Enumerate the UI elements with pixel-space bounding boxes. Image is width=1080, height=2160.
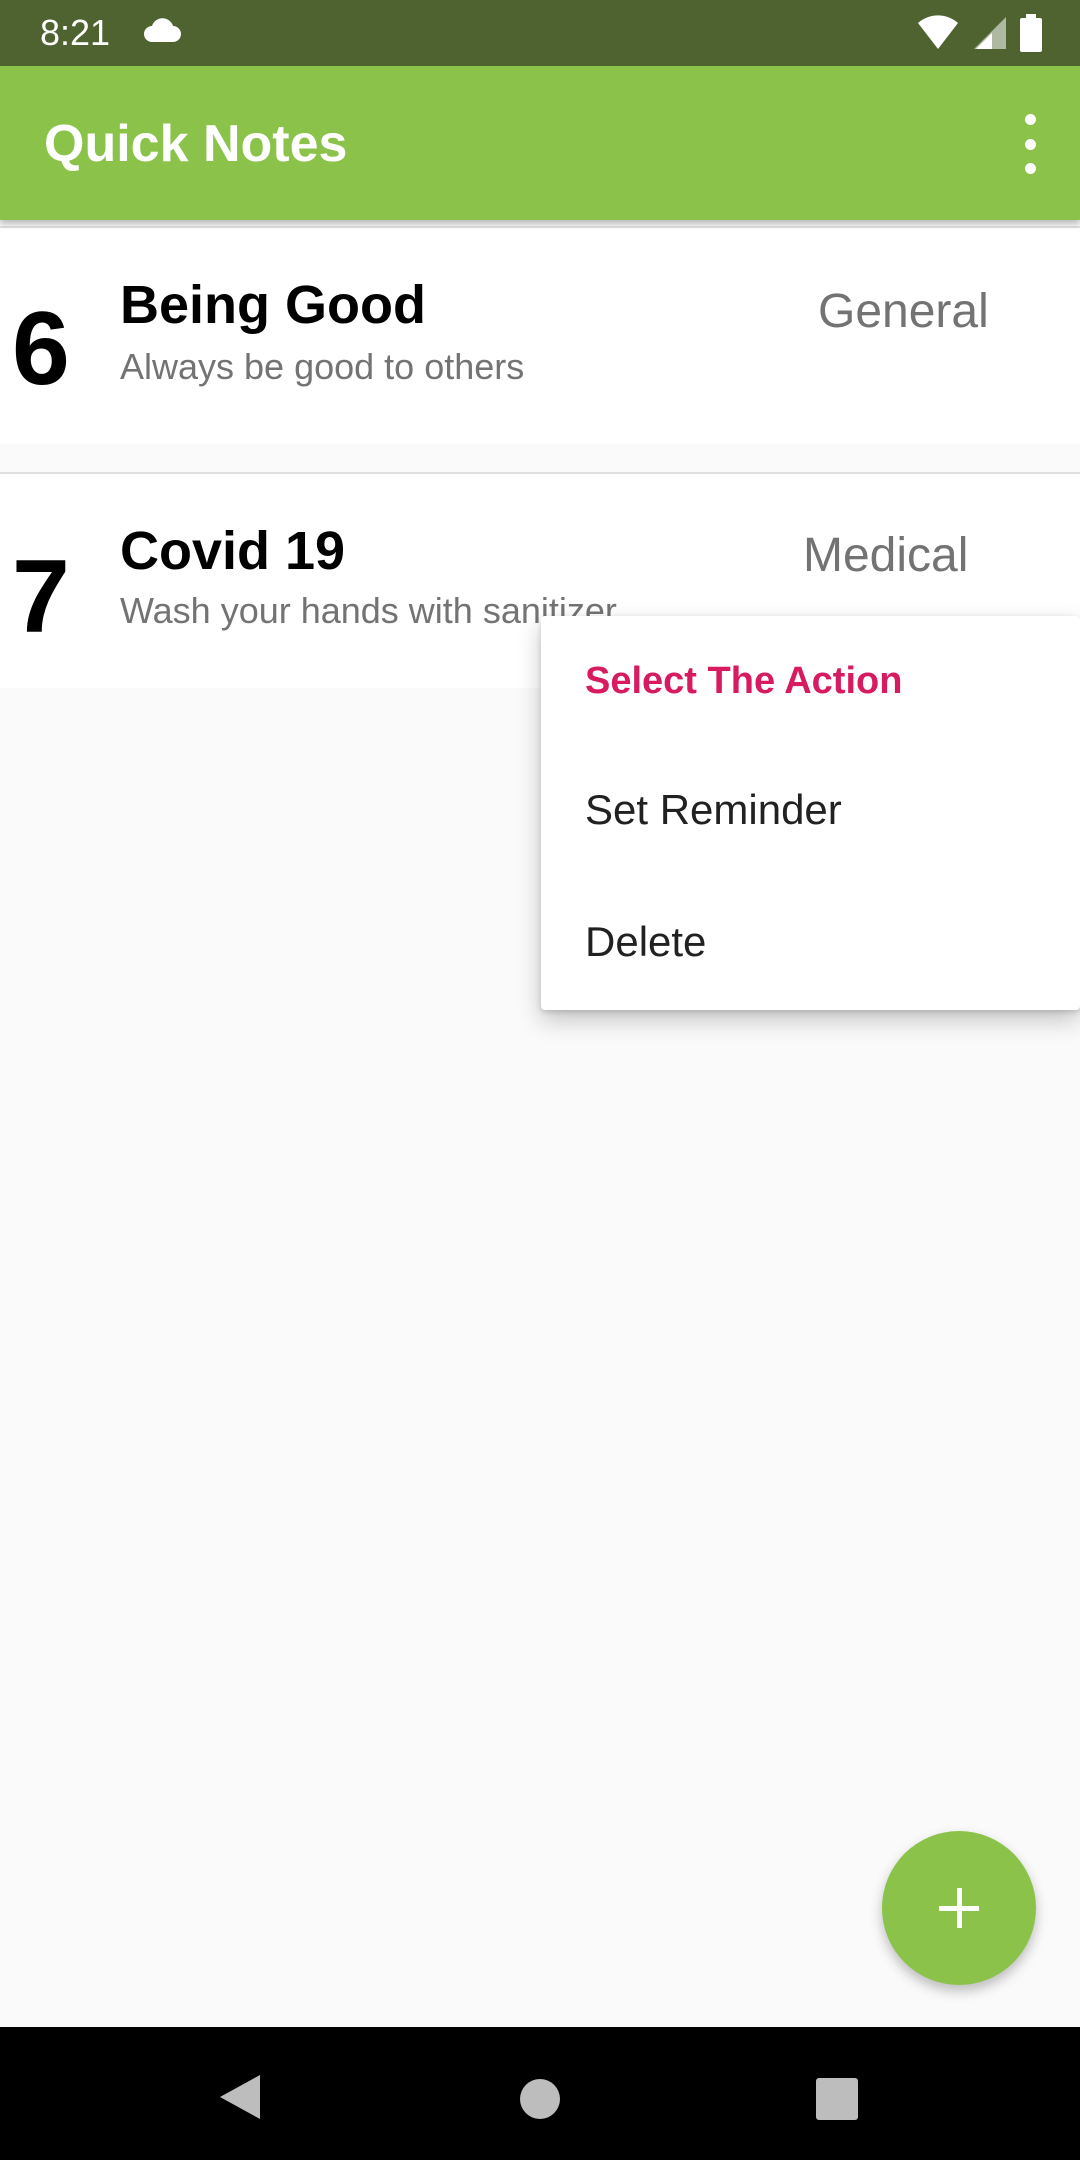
cloud-icon <box>142 16 182 49</box>
note-card[interactable]: 6 Being Good Always be good to others Ge… <box>0 226 1080 444</box>
note-title: Covid 19 <box>120 521 346 581</box>
menu-item-label: Delete <box>585 918 707 965</box>
status-icons <box>916 14 1042 57</box>
app-bar: Quick Notes <box>0 66 1080 220</box>
battery-icon <box>1020 14 1042 57</box>
set-reminder-menu-item[interactable]: Set Reminder <box>541 746 1080 878</box>
note-number: 6 <box>12 291 70 407</box>
recents-icon[interactable] <box>816 2078 858 2120</box>
navigation-bar <box>0 2027 1080 2160</box>
wifi-icon <box>916 15 960 56</box>
note-description: Always be good to others <box>120 346 525 387</box>
delete-menu-item[interactable]: Delete <box>541 878 1080 1010</box>
add-note-button[interactable] <box>882 1831 1036 1985</box>
note-number: 7 <box>12 539 70 655</box>
note-category: General <box>818 285 989 338</box>
note-title: Being Good <box>120 275 426 335</box>
note-category: Medical <box>803 529 969 582</box>
app-title: Quick Notes <box>44 115 348 173</box>
home-icon[interactable] <box>519 2078 561 2120</box>
more-vert-icon[interactable] <box>1010 114 1050 174</box>
back-icon[interactable] <box>218 2073 262 2121</box>
signal-icon <box>972 15 1008 56</box>
context-menu: Select The Action Set Reminder Delete <box>541 616 1080 1010</box>
menu-title: Select The Action <box>585 660 903 702</box>
status-time: 8:21 <box>40 12 111 53</box>
menu-item-label: Set Reminder <box>585 786 842 833</box>
status-bar: 8:21 <box>0 0 1080 66</box>
